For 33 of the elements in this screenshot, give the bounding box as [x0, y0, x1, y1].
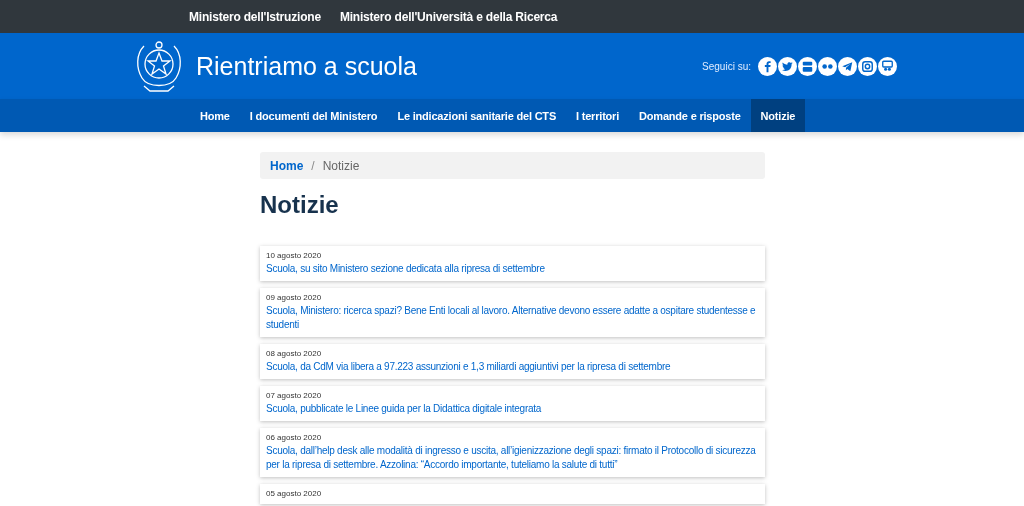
nav-tab[interactable]: Le indicazioni sanitarie del CTS: [387, 99, 567, 132]
f-logo-icon[interactable]: [758, 56, 777, 76]
news-link[interactable]: Scuola, dall’help desk alle modalità di ingresso e uscita, all’igienizzazione degli spazi: firmato il Protocollo di sicurezza per la ripresa di settembre. Azzolina: “Accordo importante, tuteliamo la salute di tutti”: [266, 444, 759, 472]
nav-tab[interactable]: I documenti del Ministero: [239, 99, 388, 132]
nav-tab[interactable]: Domande e risposte: [629, 99, 751, 132]
breadcrumb-link[interactable]: Home: [270, 158, 304, 173]
bird-icon[interactable]: [778, 56, 797, 76]
nav-tab[interactable]: I territori: [566, 99, 630, 132]
news-date: 06 agosto 2020: [266, 433, 323, 443]
news-link[interactable]: Scuola, da CdM via libera a 97.223 assunzioni e 1,3 miliardi aggiuntivi per la ripresa di settembre: [266, 360, 759, 374]
breadcrumb-current: Notizie: [322, 158, 360, 173]
ministry-link[interactable]: Ministero dell'Istruzione: [189, 9, 321, 24]
news-date: 09 agosto 2020: [266, 293, 323, 303]
two-dots-icon[interactable]: [818, 56, 837, 76]
news-date: 05 agosto 2020: [266, 489, 323, 499]
news-date: 07 agosto 2020: [266, 391, 323, 401]
video-logo-icon[interactable]: [798, 56, 817, 76]
news-link[interactable]: Scuola, su sito Ministero sezione dedicata alla ripresa di settembre: [266, 262, 759, 276]
news-date: 10 agosto 2020: [266, 251, 323, 261]
camera-icon[interactable]: [858, 56, 877, 76]
news-link[interactable]: Scuola, Ministero: ricerca spazi? Bene Enti locali al lavoro. Alternative devono essere adatte a ospitare studentesse e studenti: [266, 304, 759, 332]
follow-label: Seguici su:: [702, 60, 751, 72]
nav-tab[interactable]: Home: [190, 99, 240, 132]
nav-tab[interactable]: Notizie: [750, 99, 806, 132]
ministry-link[interactable]: Ministero dell'Università e della Ricerca: [339, 9, 558, 24]
news-date: 08 agosto 2020: [266, 349, 323, 359]
breadcrumb-separator: /: [311, 158, 315, 173]
site-title[interactable]: Rientriamo a scuola: [196, 51, 417, 81]
news-link[interactable]: Scuola, pubblicate le Linee guida per la Didattica digitale integrata: [266, 402, 759, 416]
star-emblem-icon: [134, 38, 184, 94]
paper-plane-icon[interactable]: [838, 56, 857, 76]
slides-icon[interactable]: [878, 56, 897, 76]
page-title: Notizie: [260, 191, 340, 220]
